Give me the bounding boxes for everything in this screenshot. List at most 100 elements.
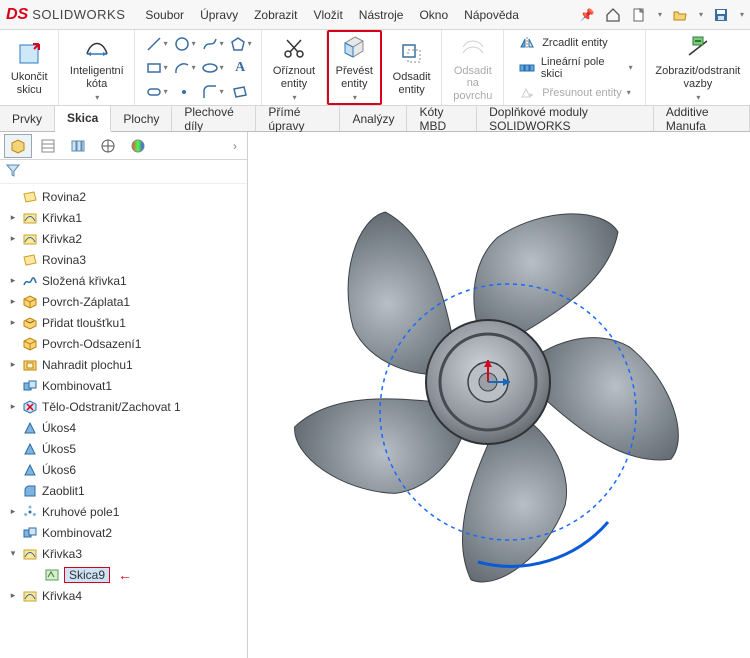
rect-tool-button[interactable]: ▾ [143,57,169,79]
fillet-tool-button[interactable]: ▾ [199,81,225,103]
tree-item-t-lo-odstranit-zachovat-1[interactable]: ▸Tělo-Odstranit/Zachovat 1 [0,396,247,417]
tab-additive[interactable]: Additive Manufa [654,106,750,131]
surf-icon [22,336,38,352]
curve-icon [22,231,38,247]
tree-item-label: Kombinovat2 [42,526,112,540]
tree-item-label: Křivka3 [42,547,82,561]
tree-item-povrch-z-plata1[interactable]: ▸Povrch-Záplata1 [0,291,247,312]
expand-icon[interactable]: ▸ [8,506,18,517]
tab-direct-edit[interactable]: Přímé úpravy [256,106,340,131]
tree-item-k-ivka1[interactable]: ▸Křivka1 [0,207,247,228]
tree-item-kombinovat2[interactable]: Kombinovat2 [0,522,247,543]
tree-item--kos6[interactable]: Úkos6 [0,459,247,480]
sidebar-tab-dimxpert[interactable] [94,134,122,158]
linear-pattern-button[interactable]: Lineární pole skici▾ [516,56,632,80]
tree-item-nahradit-plochu1[interactable]: ▸ Nahradit plochu1 [0,354,247,375]
text-tool-button[interactable]: A [227,57,253,79]
tree-item-k-ivka2[interactable]: ▸Křivka2 [0,228,247,249]
tree-item-zaoblit1[interactable]: Zaoblit1 [0,480,247,501]
expand-icon[interactable]: ▸ [8,317,18,328]
slot-tool-button[interactable]: ▾ [143,81,169,103]
menu-file[interactable]: Soubor [145,8,184,22]
expand-icon[interactable]: ▸ [8,212,18,223]
spline-tool-button[interactable]: ▾ [199,33,225,55]
tree-item-kombinovat1[interactable]: Kombinovat1 [0,375,247,396]
tree-item-label: Nahradit plochu1 [42,358,133,372]
ellipse-tool-button[interactable]: ▾ [199,57,225,79]
offset-entities-button[interactable]: Odsadit entity [389,37,435,98]
menubar-right: 📌 ▾ ▾ ▾ [579,7,744,23]
menu-window[interactable]: Okno [419,8,448,22]
app-logo: DS SOLIDWORKS [6,6,125,24]
tab-sketch[interactable]: Skica [55,106,111,132]
feature-tree[interactable]: Rovina2▸Křivka1▸Křivka2 Rovina3 ▸Složená k… [0,184,247,658]
expand-icon[interactable]: ▸ [8,275,18,286]
trim-entities-button[interactable]: Oříznout entity ▾ [269,31,319,103]
sidebar-tab-property-mgr[interactable] [34,134,62,158]
plane-tool-button[interactable] [227,81,253,103]
menu-tools[interactable]: Nástroje [359,8,404,22]
convert-entities-button[interactable]: Převést entity ▾ [332,31,377,103]
expand-icon[interactable]: ▸ [8,296,18,307]
chevron-down-icon[interactable]: ▾ [95,93,99,102]
sketch-icon [44,567,60,583]
sidebar-tab-config-mgr[interactable] [64,134,92,158]
tree-item--kos5[interactable]: Úkos5 [0,438,247,459]
chevron-down-icon[interactable]: ▾ [292,93,296,102]
tree-item-label: Křivka4 [42,589,82,603]
circle-tool-button[interactable]: ▾ [171,33,197,55]
tree-item-k-ivka3[interactable]: ▾ Křivka3 [0,543,247,564]
display-relations-button[interactable]: Zobrazit/odstranit vazby ▾ [651,31,744,103]
sidebar-tab-feature-tree[interactable] [4,134,32,158]
smart-dimension-button[interactable]: Inteligentní kóta ▾ [66,31,128,103]
tab-sheetmetal[interactable]: Plechové díly [172,106,256,131]
tree-item--kos4[interactable]: Úkos4 [0,417,247,438]
polygon-tool-button[interactable]: ▾ [227,33,253,55]
sidebar-overflow-icon[interactable]: › [227,139,243,153]
tab-addins[interactable]: Doplňkové moduly SOLIDWORKS [477,106,654,131]
exit-sketch-button[interactable]: Ukončit skicu [7,37,52,98]
tree-item-skica9[interactable]: Skica9← [0,564,247,585]
menu-view[interactable]: Zobrazit [254,8,297,22]
ribbon-exit-sketch-group: Ukončit skicu [0,30,59,105]
graphics-viewport[interactable] [248,132,750,658]
menu-edit[interactable]: Úpravy [200,8,238,22]
feature-manager-panel: › Rovina2▸Křivka1▸Křivka2 Rovina3 ▸Složená… [0,132,248,658]
tab-evaluate[interactable]: Analýzy [340,106,407,131]
tree-item-kruhov-pole1[interactable]: ▸Kruhové pole1 [0,501,247,522]
new-doc-icon[interactable] [631,7,647,23]
tree-item-label: Kombinovat1 [42,379,112,393]
open-icon[interactable] [672,7,688,23]
tree-item-rovina2[interactable]: Rovina2 [0,186,247,207]
pin-icon[interactable]: 📌 [579,7,595,23]
arc-tool-button[interactable]: ▾ [171,57,197,79]
tree-item-k-ivka4[interactable]: ▸ Křivka4 [0,585,247,606]
expand-icon[interactable]: ▸ [8,359,18,370]
tree-item-p-idat-tlou-ku1[interactable]: ▸Přidat tloušťku1 [0,312,247,333]
chevron-down-icon[interactable]: ▾ [353,93,357,102]
tree-item-label: Úkos4 [42,421,76,435]
tree-item-rovina3[interactable]: Rovina3 [0,249,247,270]
sidebar-tab-appearance[interactable] [124,134,152,158]
collapse-icon[interactable]: ▾ [8,548,18,559]
tree-item-label: Rovina3 [42,253,86,267]
menu-help[interactable]: Nápověda [464,8,519,22]
save-icon[interactable] [713,7,729,23]
funnel-icon[interactable] [6,163,20,180]
tree-item-slo-en-k-ivka1[interactable]: ▸Složená křivka1 [0,270,247,291]
mirror-entities-button[interactable]: Zrcadlit entity [516,32,632,54]
expand-icon[interactable]: ▸ [8,401,18,412]
tab-features[interactable]: Prvky [0,106,55,131]
linear-pattern-icon [516,57,537,79]
point-tool-button[interactable] [171,81,197,103]
menu-insert[interactable]: Vložit [313,8,342,22]
tab-surfaces[interactable]: Plochy [111,106,172,131]
expand-icon[interactable]: ▸ [8,590,18,601]
tree-item-povrch-odsazen-1[interactable]: Povrch-Odsazení1 [0,333,247,354]
menu-bar: DS SOLIDWORKS Soubor Úpravy Zobrazit Vlo… [0,0,750,30]
line-tool-button[interactable]: ▾ [143,33,169,55]
home-icon[interactable] [605,7,621,23]
chevron-down-icon[interactable]: ▾ [696,93,700,102]
expand-icon[interactable]: ▸ [8,233,18,244]
tab-mbd[interactable]: Kóty MBD [407,106,477,131]
